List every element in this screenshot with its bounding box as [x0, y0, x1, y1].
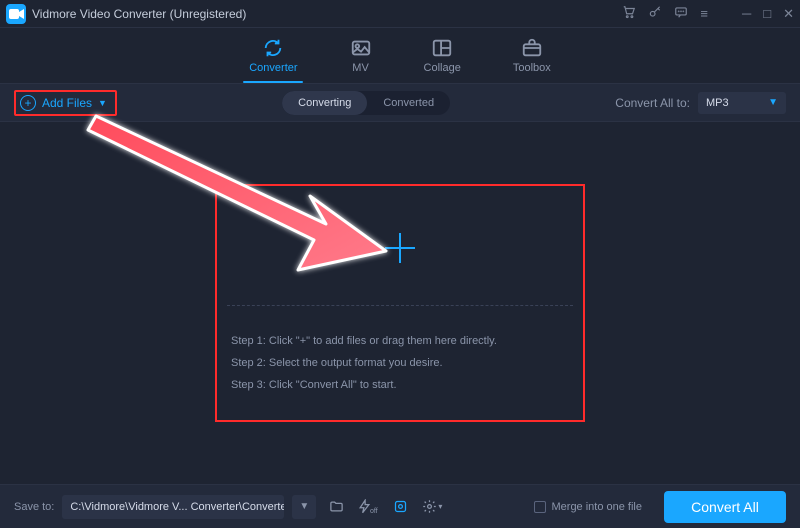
hardware-accel-icon[interactable]: off: [356, 495, 380, 519]
key-icon[interactable]: [648, 5, 662, 22]
add-area[interactable]: [227, 192, 573, 306]
tab-label: MV: [352, 62, 369, 74]
convert-all-button[interactable]: Convert All: [664, 491, 786, 523]
close-icon[interactable]: ✕: [783, 6, 794, 22]
open-folder-icon[interactable]: [324, 495, 348, 519]
app-title: Vidmore Video Converter (Unregistered): [32, 7, 246, 21]
bottom-bar: Save to: C:\Vidmore\Vidmore V... Convert…: [0, 484, 800, 528]
menu-icon[interactable]: ≡: [700, 6, 708, 21]
save-path-field[interactable]: C:\Vidmore\Vidmore V... Converter\Conver…: [62, 495, 284, 519]
step-3: Step 3: Click "Convert All" to start.: [231, 379, 569, 391]
mv-icon: [350, 38, 372, 58]
checkbox-icon: [534, 501, 546, 513]
cart-icon[interactable]: [622, 5, 636, 22]
drop-zone[interactable]: Step 1: Click "+" to add files or drag t…: [215, 184, 585, 422]
title-bar-right: ≡ ─ □ ✕: [622, 5, 794, 22]
settings-icon[interactable]: ▾: [420, 495, 444, 519]
output-format-dropdown[interactable]: MP3 ▼: [698, 92, 786, 114]
plus-circle-icon: +: [20, 95, 36, 111]
merge-checkbox[interactable]: Merge into one file: [534, 501, 643, 513]
step-1: Step 1: Click "+" to add files or drag t…: [231, 335, 569, 347]
high-speed-icon[interactable]: [388, 495, 412, 519]
tab-collage[interactable]: Collage: [424, 38, 461, 74]
feature-tabs: Converter MV Collage Toolbox: [0, 28, 800, 84]
toolbox-icon: [521, 38, 543, 58]
tab-converter[interactable]: Converter: [249, 38, 297, 74]
tab-label: Collage: [424, 62, 461, 74]
tab-converting[interactable]: Converting: [282, 91, 367, 115]
save-path-dropdown[interactable]: ▼: [292, 495, 316, 519]
tab-toolbox[interactable]: Toolbox: [513, 38, 551, 74]
plus-icon[interactable]: [385, 233, 415, 263]
add-files-button[interactable]: + Add Files ▼: [14, 90, 117, 116]
tab-mv[interactable]: MV: [350, 38, 372, 74]
app-logo: [6, 4, 26, 24]
tab-converted[interactable]: Converted: [367, 91, 450, 115]
save-to-label: Save to:: [14, 501, 54, 513]
toolbar: + Add Files ▼ Converting Converted Conve…: [0, 84, 800, 122]
convert-all-to-label: Convert All to:: [615, 96, 690, 110]
converter-icon: [262, 38, 284, 58]
output-format-value: MP3: [706, 97, 729, 109]
maximize-icon[interactable]: □: [763, 6, 771, 21]
title-bar: Vidmore Video Converter (Unregistered) ≡…: [0, 0, 800, 28]
convert-status-tabs: Converting Converted: [282, 91, 450, 115]
chevron-down-icon: ▼: [98, 98, 107, 108]
merge-label: Merge into one file: [552, 501, 643, 513]
minimize-icon[interactable]: ─: [742, 6, 751, 21]
tab-label: Toolbox: [513, 62, 551, 74]
instruction-steps: Step 1: Click "+" to add files or drag t…: [217, 306, 583, 420]
main-area: Step 1: Click "+" to add files or drag t…: [0, 122, 800, 484]
comment-icon[interactable]: [674, 5, 688, 22]
add-files-label: Add Files: [42, 96, 92, 110]
tab-label: Converter: [249, 62, 297, 74]
chevron-down-icon: ▼: [768, 97, 778, 108]
convert-all-to: Convert All to: MP3 ▼: [615, 92, 786, 114]
collage-icon: [431, 38, 453, 58]
step-2: Step 2: Select the output format you des…: [231, 357, 569, 369]
